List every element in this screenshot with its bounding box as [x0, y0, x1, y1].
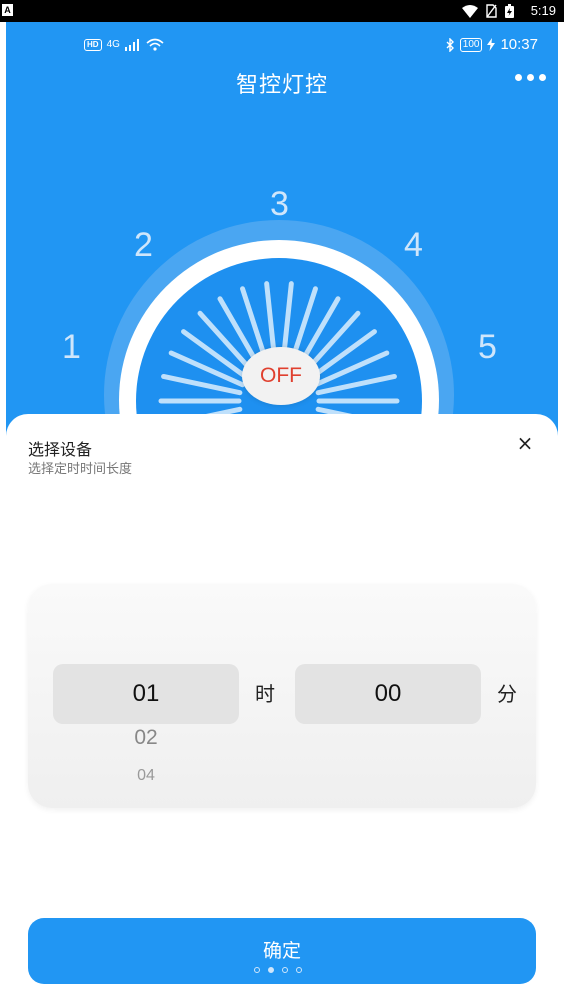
hour-option[interactable]: 02: [53, 726, 239, 750]
wifi-icon: [146, 38, 164, 51]
battery-level: 100: [459, 37, 483, 52]
phone-status-left: HD 4G: [84, 38, 164, 51]
dial-level-3[interactable]: 3: [270, 185, 289, 224]
timer-bottom-sheet: 选择设备 选择定时时间长度 × 01 时 00 分 02 04 确定: [6, 414, 558, 1002]
system-status-bar: A 5:19: [0, 0, 564, 22]
page-dot: [296, 967, 302, 973]
sheet-title: 选择设备: [28, 440, 93, 459]
close-icon[interactable]: ×: [514, 432, 536, 454]
dial-level-1[interactable]: 1: [62, 328, 81, 367]
dial-level-5[interactable]: 5: [478, 328, 497, 367]
bluetooth-icon: [446, 37, 454, 52]
system-clock: 5:19: [530, 3, 556, 18]
network-type: 4G: [106, 39, 120, 50]
power-toggle-button[interactable]: OFF: [242, 347, 320, 405]
confirm-button[interactable]: 确定: [28, 918, 536, 984]
page-dot: [268, 967, 274, 973]
phone-status-bar: HD 4G 100 10:37: [6, 36, 558, 60]
app-screen: HD 4G 100 10:37 智控灯控 1 2 3 4 5 OFF 选择设备 …: [6, 22, 558, 1002]
wifi-icon: [462, 4, 478, 18]
battery-charging-icon: [505, 4, 514, 18]
sheet-subtitle: 选择定时时间长度: [28, 462, 133, 477]
signal-icon: [124, 38, 139, 51]
page-dot: [254, 967, 260, 973]
minute-unit-label: 分: [497, 682, 517, 706]
hour-option[interactable]: 04: [53, 766, 239, 780]
phone-status-right: 100 10:37: [445, 36, 538, 53]
time-picker: 01 时 00 分 02 04: [28, 584, 536, 808]
minute-picker-selected[interactable]: 00: [295, 664, 481, 724]
hour-unit-label: 时: [255, 682, 275, 706]
page-indicator: [254, 967, 302, 973]
more-options-icon[interactable]: [515, 74, 546, 81]
page-dot: [282, 967, 288, 973]
hd-badge: HD: [84, 38, 102, 51]
hour-picker-selected[interactable]: 01: [53, 664, 239, 724]
charging-icon: [487, 38, 496, 51]
no-sim-icon: [486, 4, 497, 18]
page-title: 智控灯控: [235, 73, 328, 98]
phone-clock: 10:37: [500, 36, 538, 53]
notification-badge: A: [2, 4, 13, 16]
system-status-icons: [462, 4, 514, 18]
